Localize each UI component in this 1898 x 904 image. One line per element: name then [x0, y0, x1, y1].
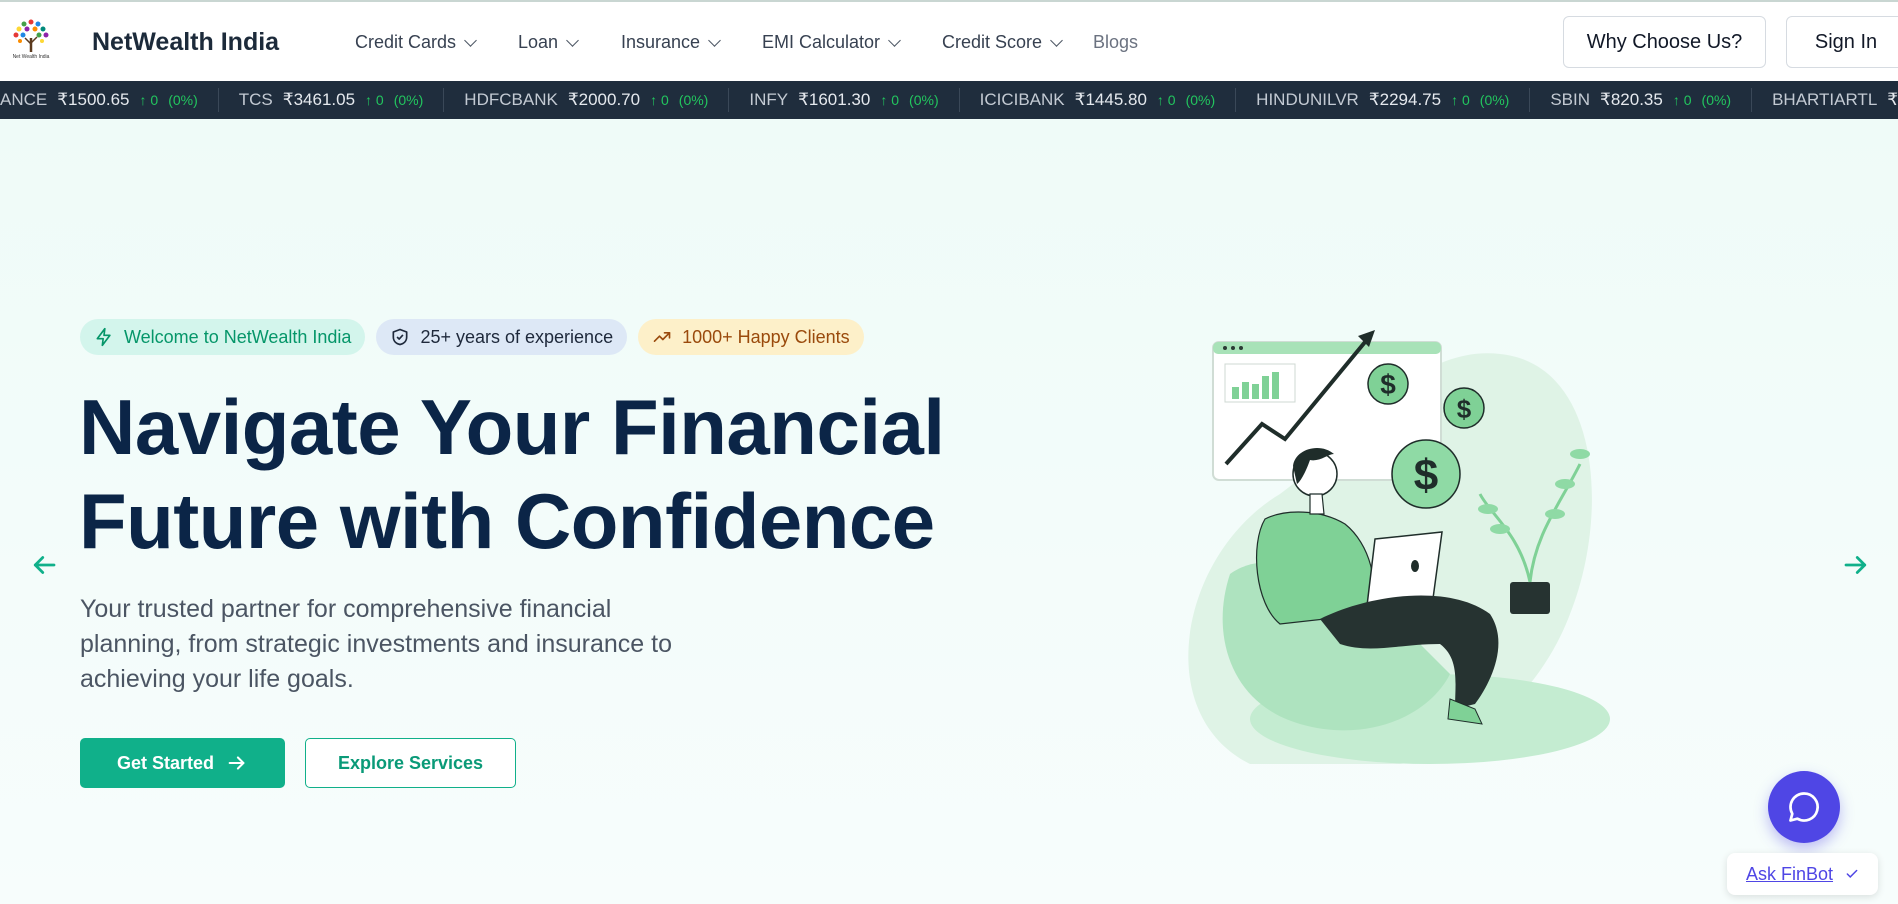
nav-credit-score[interactable]: Credit Score	[942, 32, 1093, 53]
ticker-item: ICICIBANK ₹1445.80 ↑ 0 (0%)	[960, 88, 1237, 112]
ticker-symbol: SBIN	[1550, 90, 1591, 109]
badge-label: 1000+ Happy Clients	[682, 326, 850, 347]
ticker-item: HDFCBANK ₹2000.70 ↑ 0 (0%)	[444, 88, 730, 112]
nav-label: Credit Score	[942, 32, 1043, 52]
ticker-change: ↑ 0	[1672, 92, 1692, 108]
ask-finbot-label: Ask FinBot	[1745, 863, 1834, 884]
ticker-price: ₹200	[1887, 90, 1898, 109]
why-choose-us-button[interactable]: Why Choose Us?	[1563, 16, 1766, 68]
ticker-pct: (0%)	[393, 92, 424, 108]
arrow-right-icon[interactable]	[1841, 550, 1871, 580]
ticker-symbol: HINDUNILVR	[1256, 90, 1359, 109]
ticker-price: ₹820.35	[1600, 90, 1663, 109]
hero-title-line2: Future with Confidence	[79, 477, 935, 565]
chevron-down-icon	[464, 33, 477, 47]
hero-badges: Welcome to NetWealth India 25+ years of …	[80, 319, 864, 355]
chevron-down-icon	[1050, 33, 1063, 47]
ticker-item: TCS ₹3461.05 ↑ 0 (0%)	[219, 88, 445, 112]
ticker-symbol: ICICIBANK	[979, 90, 1065, 109]
ticker-price: ₹1500.65	[57, 90, 130, 109]
nav-label: Insurance	[621, 32, 701, 52]
lightning-icon	[96, 327, 111, 347]
ticker-price: ₹1445.80	[1074, 90, 1147, 109]
chevron-down-icon	[888, 33, 901, 47]
ticker-pct: (0%)	[678, 92, 709, 108]
ticker-symbol: BHARTIARTL	[1772, 90, 1878, 109]
ask-finbot-tooltip[interactable]: Ask FinBot	[1727, 853, 1878, 895]
nav-label: Credit Cards	[355, 32, 457, 52]
ticker-pct: (0%)	[1479, 92, 1510, 108]
ticker-change: ↑ 0	[650, 92, 669, 108]
get-started-button[interactable]: Get Started	[80, 738, 285, 788]
badge-label: Welcome to NetWealth India	[124, 326, 352, 347]
logo[interactable]: Net Wealth India	[8, 16, 54, 64]
ticker-change: ↑ 0	[1451, 92, 1470, 108]
ticker-item: SBIN ₹820.35 ↑ 0 (0%)	[1530, 88, 1753, 112]
chatbot-launcher[interactable]	[1768, 771, 1840, 843]
hero-title: Navigate Your Financial Future with Conf…	[79, 380, 979, 568]
nav-credit-cards[interactable]: Credit Cards	[355, 32, 518, 53]
clients-badge: 1000+ Happy Clients	[638, 319, 864, 355]
hero-title-line1: Navigate Your Financial	[79, 383, 945, 471]
hero-description: Your trusted partner for comprehensive f…	[80, 595, 672, 693]
ticker-pct: (0%)	[1185, 92, 1216, 108]
chevron-down-icon	[708, 33, 721, 47]
ticker-item: INFY ₹1601.30 ↑ 0 (0%)	[729, 88, 960, 112]
svg-text:$: $	[1414, 451, 1438, 500]
ticker-pct: (0%)	[909, 92, 939, 108]
nav-loan[interactable]: Loan	[518, 32, 621, 53]
nav-label: EMI Calculator	[762, 32, 881, 52]
nav-label: Loan	[518, 32, 559, 52]
badge-label: 25+ years of experience	[420, 326, 614, 347]
svg-text:$: $	[1457, 394, 1472, 424]
site-header: Net Wealth India NetWealth India Credit …	[0, 2, 1898, 81]
ticker-change: ↑ 0	[880, 92, 900, 108]
nav-label: Blogs	[1093, 32, 1139, 52]
chat-bubble-icon	[1789, 792, 1819, 822]
ticker-symbol: TCS	[238, 90, 273, 109]
ticker-price: ₹3461.05	[282, 90, 356, 109]
ticker-item: HINDUNILVR ₹2294.75 ↑ 0 (0%)	[1236, 88, 1531, 112]
shield-check-icon	[392, 328, 408, 346]
ticker-item: BHARTIARTL ₹200	[1752, 88, 1898, 112]
finance-illustration: $ $ $	[1188, 330, 1610, 764]
welcome-badge: Welcome to NetWealth India	[80, 319, 366, 355]
main-nav: Credit Cards Loan Insurance EMI Calculat…	[355, 32, 1138, 53]
experience-badge: 25+ years of experience	[376, 319, 628, 355]
arrow-left-icon[interactable]	[29, 550, 59, 580]
ticker-item: ANCE ₹1500.65 ↑ 0 (0%)	[0, 88, 219, 112]
ticker-price: ₹2294.75	[1368, 90, 1442, 109]
nav-insurance[interactable]: Insurance	[621, 32, 762, 53]
check-icon	[1846, 869, 1858, 878]
brand-name[interactable]: NetWealth India	[92, 28, 279, 57]
trending-up-icon	[653, 332, 671, 342]
get-started-label: Get Started	[116, 752, 215, 773]
ticker-change: ↑ 0	[139, 92, 159, 108]
ticker-pct: (0%)	[1701, 92, 1732, 108]
nav-blogs[interactable]: Blogs	[1093, 32, 1138, 53]
stock-ticker: ANCE ₹1500.65 ↑ 0 (0%) TCS ₹3461.05 ↑ 0 …	[0, 81, 1898, 119]
sign-in-button[interactable]: Sign In	[1786, 16, 1898, 68]
ticker-symbol: HDFCBANK	[464, 90, 558, 109]
nav-emi-calculator[interactable]: EMI Calculator	[762, 32, 942, 53]
arrow-right-icon	[228, 756, 245, 770]
ticker-pct: (0%)	[168, 92, 198, 108]
ticker-symbol: INFY	[749, 90, 789, 109]
chevron-down-icon	[566, 33, 579, 47]
explore-services-button[interactable]: Explore Services	[305, 738, 516, 788]
logo-caption: Net Wealth India	[13, 54, 50, 60]
ticker-symbol: ANCE	[0, 90, 48, 109]
ticker-price: ₹1601.30	[798, 90, 871, 109]
ticker-price: ₹2000.70	[567, 90, 641, 109]
ticker-change: ↑ 0	[1156, 92, 1176, 108]
svg-text:$: $	[1380, 369, 1396, 400]
ticker-change: ↑ 0	[365, 92, 384, 108]
